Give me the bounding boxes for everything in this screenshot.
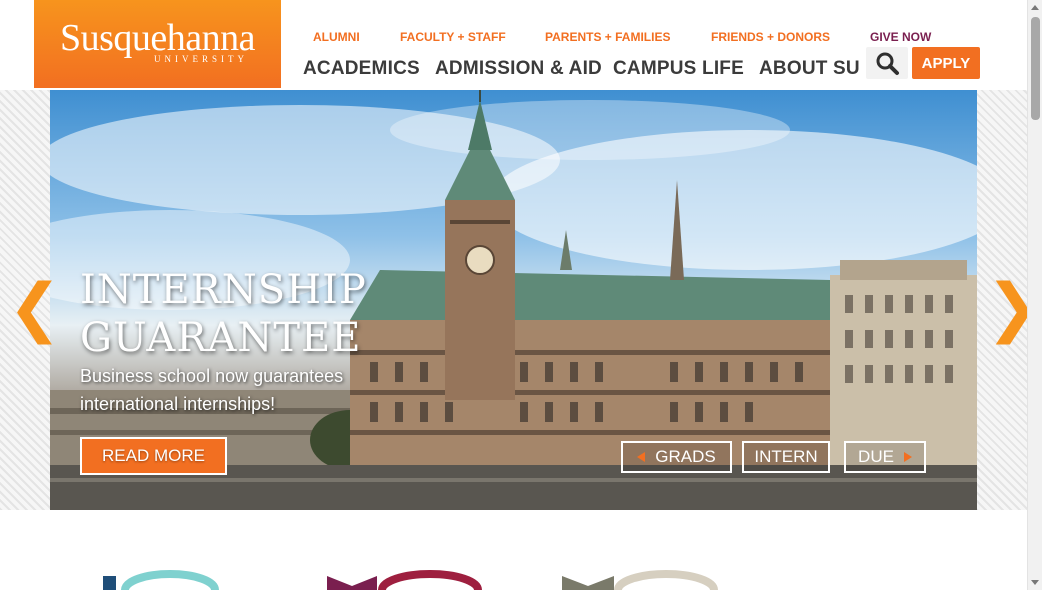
hero-title-line-1: INTERNSHIP [80,267,367,313]
scroll-up-arrow-icon[interactable] [1031,5,1039,10]
hero-title: INTERNSHIP GUARANTEE [80,266,500,362]
hero-carousel: INTERNSHIP GUARANTEE Business school now… [0,90,1027,510]
badge-2-arc [378,570,482,590]
triangle-right-icon [903,452,912,462]
nav-admission-aid[interactable]: ADMISSION & AID [435,58,602,80]
logo-wordmark: Susquehanna [59,17,256,59]
util-link-give-now[interactable]: GIVE NOW [870,30,931,44]
slide-prev-button[interactable]: GRADS [621,441,732,473]
util-link-alumni[interactable]: ALUMNI [313,30,360,44]
badge-1-bar [103,576,116,590]
slide-next-button[interactable]: DUE [844,441,926,473]
badge-graphics [103,570,718,590]
nav-academics[interactable]: ACADEMICS [303,58,420,80]
nav-campus-life[interactable]: CAMPUS LIFE [613,58,744,80]
nav-about-su[interactable]: ABOUT SU [759,58,860,80]
badge-3-arc [614,570,718,590]
slide-next-label: DUE [858,447,894,466]
util-link-friends-donors[interactable]: FRIENDS + DONORS [711,30,830,44]
slide-current-button[interactable]: INTERN [742,441,830,473]
util-link-faculty-staff[interactable]: FACULTY + STAFF [400,30,506,44]
read-more-button[interactable]: READ MORE [80,437,227,475]
apply-button[interactable]: APPLY [912,47,980,79]
carousel-prev-arrow-icon[interactable]: ❮ [8,276,62,340]
triangle-left-icon [637,452,646,462]
badge-2-chevron [327,576,377,590]
badge-strip [0,560,1027,590]
badge-1-arc [121,570,219,590]
util-link-parents-families[interactable]: PARENTS + FAMILIES [545,30,670,44]
hero-slide: INTERNSHIP GUARANTEE Business school now… [50,90,977,510]
slide-current-label: INTERN [754,447,818,466]
logo-subtitle: UNIVERSITY [154,54,248,64]
site-header: Susquehanna UNIVERSITY ALUMNI FACULTY + … [0,0,1027,91]
search-button[interactable] [866,47,908,79]
university-logo[interactable]: Susquehanna UNIVERSITY [34,0,281,88]
page: Susquehanna UNIVERSITY ALUMNI FACULTY + … [0,0,1027,590]
scrollbar-thumb[interactable] [1031,17,1040,120]
vertical-scrollbar[interactable] [1027,0,1042,590]
slide-prev-label: GRADS [655,447,716,466]
carousel-next-arrow-icon[interactable]: ❯ [986,276,1027,340]
hero-title-line-2: GUARANTEE [80,315,362,361]
hero-subtitle: Business school now guarantees internati… [80,366,344,414]
scroll-down-arrow-icon[interactable] [1031,580,1039,585]
badge-3-chevron [562,576,614,590]
search-icon [876,52,899,75]
